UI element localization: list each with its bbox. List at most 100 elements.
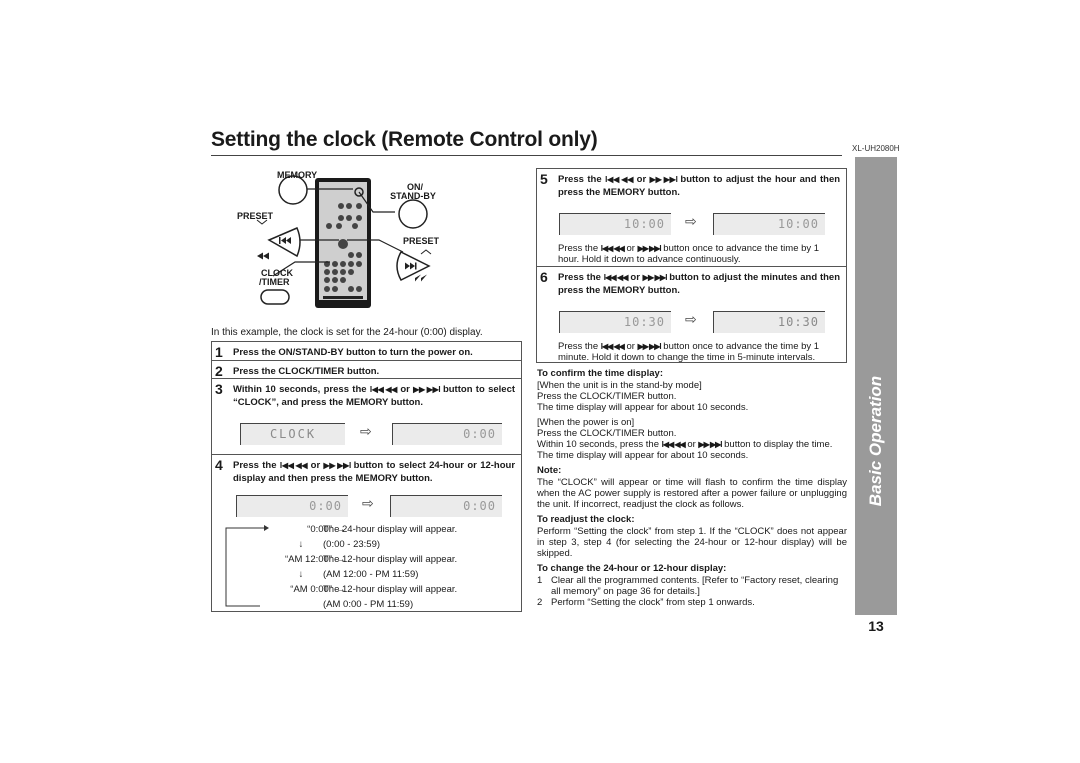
note-post: button once to advance the time by 1 min… xyxy=(558,341,820,363)
step-text: Within 10 seconds, press the I◀◀ ◀◀ or ▶… xyxy=(233,383,515,409)
or-text: or xyxy=(400,384,410,395)
arrow-right-icon: ⇨ xyxy=(362,495,374,511)
step-text: Press the I◀◀ ◀◀ or ▶▶ ▶▶I button to sel… xyxy=(233,459,515,485)
item-text: Perform “Setting the clock” from step 1 … xyxy=(551,597,755,608)
on-standby-button-illustration xyxy=(398,199,428,229)
step-5: 5 Press the I◀◀ ◀◀ or ▶▶ ▶▶I button to a… xyxy=(537,169,846,266)
item-number: 2 xyxy=(537,597,543,608)
step-text-pre: Press the xyxy=(558,272,601,283)
confirm-power-line-2: Within 10 seconds, press the I◀◀ ◀◀ or ▶… xyxy=(537,439,847,450)
section-tab-label: Basic Operation xyxy=(866,375,885,507)
skip-forward-icon: ▶▶ ▶▶I xyxy=(323,461,352,470)
down-arrow-icon: ↓ xyxy=(298,539,304,550)
lcd-text-flashing: 0:00 xyxy=(463,499,496,513)
change-display-item: 2 Perform “Setting the clock” from step … xyxy=(537,597,847,608)
model-number: XL-UH2080H xyxy=(852,144,900,153)
lcd-text-flashing: 10:30 xyxy=(623,315,665,329)
confirm-standby-line-2: The time display will appear for about 1… xyxy=(537,402,749,413)
step-number: 1 xyxy=(215,344,223,360)
steps-box-right: 5 Press the I◀◀ ◀◀ or ▶▶ ▶▶I button to a… xyxy=(536,168,847,363)
step-text-pre: Within 10 seconds, press the xyxy=(233,384,367,395)
section-tab: Basic Operation xyxy=(855,157,897,615)
step-3: 3 Within 10 seconds, press the I◀◀ ◀◀ or… xyxy=(212,378,521,454)
step-note: Press the I◀◀ ◀◀ or ▶▶ ▶▶I button once t… xyxy=(558,341,840,363)
sequence-desc: The 24-hour display will appear. xyxy=(323,524,458,535)
step-number: 2 xyxy=(215,363,223,379)
lcd-display-to: 10:30 xyxy=(713,311,825,333)
skip-back-icon: I◀◀ ◀◀ xyxy=(603,273,629,282)
skip-forward-icon: ▶▶ ▶▶I xyxy=(637,244,662,253)
step-text: Press the CLOCK/TIMER button. xyxy=(233,366,380,377)
step-text: Press the I◀◀ ◀◀ or ▶▶ ▶▶I button to adj… xyxy=(558,271,840,297)
lcd-text-flashing: 0:00 xyxy=(309,499,342,513)
step-number: 5 xyxy=(540,171,548,187)
readjust-heading: To readjust the clock: xyxy=(537,514,635,525)
note-text: The “CLOCK” will appear or time will fla… xyxy=(537,477,847,510)
lcd-text: 10:30 xyxy=(777,315,819,329)
lcd-display-from: 10:00 xyxy=(559,213,671,235)
power-line-pre: Within 10 seconds, press the xyxy=(537,439,659,450)
sequence-desc: The 12-hour display will appear. xyxy=(323,554,458,565)
note-pre: Press the xyxy=(558,341,599,352)
step-2: 2 Press the CLOCK/TIMER button. xyxy=(212,360,521,379)
or-text: or xyxy=(310,460,321,471)
example-caption: In this example, the clock is set for th… xyxy=(211,327,483,338)
skip-back-icon: I◀◀ ◀◀ xyxy=(279,461,308,470)
or-text: or xyxy=(626,341,635,352)
sequence-value: “0:00” xyxy=(307,524,332,535)
step-number: 4 xyxy=(215,457,223,473)
step-number: 3 xyxy=(215,381,223,397)
skip-forward-icon: ▶▶ ▶▶I xyxy=(642,273,668,282)
confirm-power-condition: [When the power is on] xyxy=(537,417,635,428)
page-title: Setting the clock (Remote Control only) xyxy=(211,128,598,151)
sequence-range: (AM 12:00 - PM 11:59) xyxy=(323,569,419,580)
page-number: 13 xyxy=(868,618,884,634)
skip-forward-icon: ▶▶ ▶▶I xyxy=(413,385,440,394)
lcd-text-flashing: 10:00 xyxy=(777,217,819,231)
step-1: 1 Press the ON/STAND-BY button to turn t… xyxy=(212,342,521,360)
skip-forward-icon: ▶▶ ▶▶I xyxy=(698,440,722,449)
clock-timer-button-illustration xyxy=(260,289,290,305)
or-text: or xyxy=(630,272,640,283)
lcd-display-to: 0:00 xyxy=(392,423,502,445)
lcd-display-to: 10:00 xyxy=(713,213,825,235)
step-number: 6 xyxy=(540,269,548,285)
step-text-pre: Press the xyxy=(233,460,277,471)
skip-back-icon: I◀◀ ◀◀ xyxy=(661,440,686,449)
title-divider xyxy=(211,155,842,156)
label-memory: MEMORY xyxy=(277,170,318,180)
confirm-section: To confirm the time display: [When the u… xyxy=(537,368,847,608)
sequence-desc: The 12-hour display will appear. xyxy=(323,584,458,595)
lcd-text-flashing: 10:00 xyxy=(623,217,665,231)
readjust-text: Perform “Setting the clock” from step 1.… xyxy=(537,526,847,559)
sequence-value: “AM 12:00” xyxy=(285,554,332,565)
lcd-display-from: CLOCK xyxy=(240,423,345,445)
step-note: Press the I◀◀ ◀◀ or ▶▶ ▶▶I button once t… xyxy=(558,243,840,265)
or-text: or xyxy=(626,243,635,254)
skip-forward-icon: ▶▶ ▶▶I xyxy=(649,175,678,184)
confirm-power-line-1: Press the CLOCK/TIMER button. xyxy=(537,428,677,439)
confirm-standby-line-1: Press the CLOCK/TIMER button. xyxy=(537,391,677,402)
lcd-display-from: 0:00 xyxy=(236,495,348,517)
step-text: Press the ON/STAND-BY button to turn the… xyxy=(233,347,473,358)
skip-forward-icon: ▶▶ ▶▶I xyxy=(637,342,662,351)
step-4: 4 Press the I◀◀ ◀◀ or ▶▶ ▶▶I button to s… xyxy=(212,454,521,611)
step-text: Press the I◀◀ ◀◀ or ▶▶ ▶▶I button to adj… xyxy=(558,173,840,199)
label-standby: STAND-BY xyxy=(390,191,436,201)
or-text: or xyxy=(687,439,696,450)
step-text-pre: Press the xyxy=(558,174,602,185)
step-6: 6 Press the I◀◀ ◀◀ or ▶▶ ▶▶I button to a… xyxy=(537,266,846,363)
skip-back-icon: I◀◀ ◀◀ xyxy=(369,385,398,394)
note-post: button once to advance the time by 1 hou… xyxy=(558,243,820,265)
note-heading: Note: xyxy=(537,465,562,476)
lcd-display-from: 10:30 xyxy=(559,311,671,333)
sequence-values: “0:00” ↓ “AM 12:00” ↓ “AM 0:00” xyxy=(262,522,332,597)
arrow-right-icon: ⇨ xyxy=(685,311,697,327)
lcd-display-to: 0:00 xyxy=(390,495,502,517)
steps-box-left: 1 Press the ON/STAND-BY button to turn t… xyxy=(211,341,522,612)
memory-button-illustration xyxy=(278,175,308,205)
down-arrow-icon: ↓ xyxy=(298,569,304,580)
lcd-text: CLOCK xyxy=(269,427,317,441)
skip-back-icon: I◀◀ ◀◀ xyxy=(605,175,634,184)
change-display-heading: To change the 24-hour or 12-hour display… xyxy=(537,563,727,574)
